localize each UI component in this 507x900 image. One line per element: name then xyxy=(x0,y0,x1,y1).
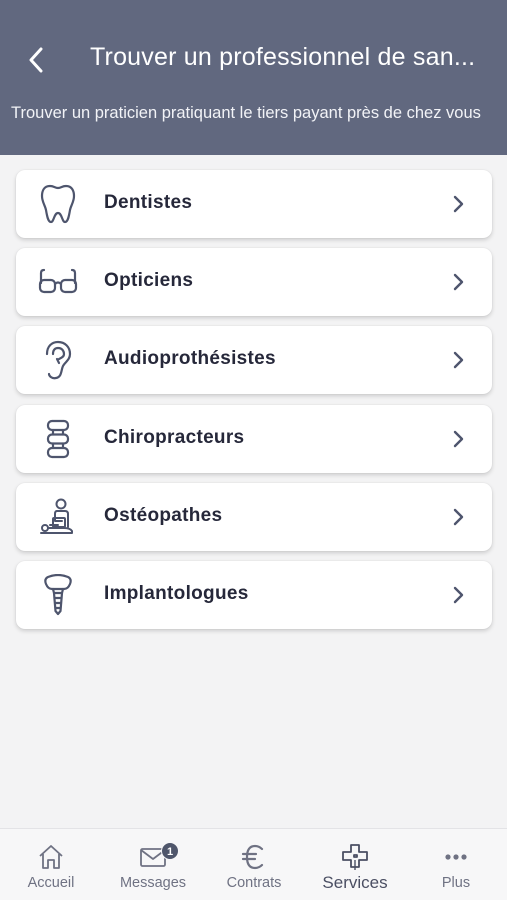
home-icon xyxy=(39,845,63,869)
tab-messages[interactable]: 1 Messages xyxy=(103,829,203,900)
chevron-right-icon xyxy=(453,508,464,525)
category-item-opticiens[interactable]: Opticiens xyxy=(16,248,492,317)
category-label: Dentistes xyxy=(104,192,193,213)
category-label: Chiropracteurs xyxy=(104,426,245,448)
app-header: Trouver un professionnel de san... Trouv… xyxy=(0,0,507,155)
tab-label: Accueil xyxy=(27,875,75,891)
osteopath-icon xyxy=(36,495,80,539)
tab-label: Services xyxy=(322,873,388,892)
more-icon xyxy=(445,854,467,860)
unread-badge: 1 xyxy=(161,842,179,860)
tab-contrats[interactable]: Contrats xyxy=(204,829,304,900)
category-list: Dentistes Opticiens Audioprothésistes Ch… xyxy=(16,170,492,639)
category-label: Ostéopathes xyxy=(104,504,223,526)
page-subtitle: Trouver un praticien pratiquant le tiers… xyxy=(11,104,481,122)
category-label: Audioprothésistes xyxy=(104,348,276,370)
chevron-left-icon xyxy=(29,47,43,73)
chevron-right-icon xyxy=(453,352,464,369)
implant-icon xyxy=(36,573,80,617)
tab-label: Plus xyxy=(441,875,471,891)
tab-services[interactable]: Services xyxy=(305,829,405,900)
category-item-implantologues[interactable]: Implantologues xyxy=(16,560,492,629)
category-label: Opticiens xyxy=(104,270,194,292)
category-item-dentistes[interactable]: Dentistes xyxy=(16,170,492,238)
bottom-tab-bar: Accueil 1 Messages Contrats Services Plu… xyxy=(0,828,507,900)
category-item-osteopathes[interactable]: Ostéopathes xyxy=(16,482,492,551)
tab-plus[interactable]: Plus xyxy=(406,829,506,900)
category-item-chiropracteurs[interactable]: Chiropracteurs xyxy=(16,404,492,473)
glasses-icon xyxy=(36,260,80,304)
tab-label: Messages xyxy=(119,875,187,891)
back-button[interactable] xyxy=(18,40,54,80)
medical-cross-icon xyxy=(342,844,368,870)
tab-accueil[interactable]: Accueil xyxy=(1,829,101,900)
chevron-right-icon xyxy=(453,273,464,291)
spine-icon xyxy=(36,417,80,461)
ear-icon xyxy=(36,338,80,382)
category-item-audioprothesistes[interactable]: Audioprothésistes xyxy=(16,326,492,395)
page-title: Trouver un professionnel de san... xyxy=(90,43,476,71)
chevron-right-icon xyxy=(453,430,464,447)
chevron-right-icon xyxy=(453,195,464,213)
euro-icon xyxy=(241,844,264,870)
tab-label: Contrats xyxy=(226,875,282,891)
chevron-right-icon xyxy=(453,586,464,604)
category-label: Implantologues xyxy=(104,582,249,604)
tooth-icon xyxy=(36,182,80,226)
